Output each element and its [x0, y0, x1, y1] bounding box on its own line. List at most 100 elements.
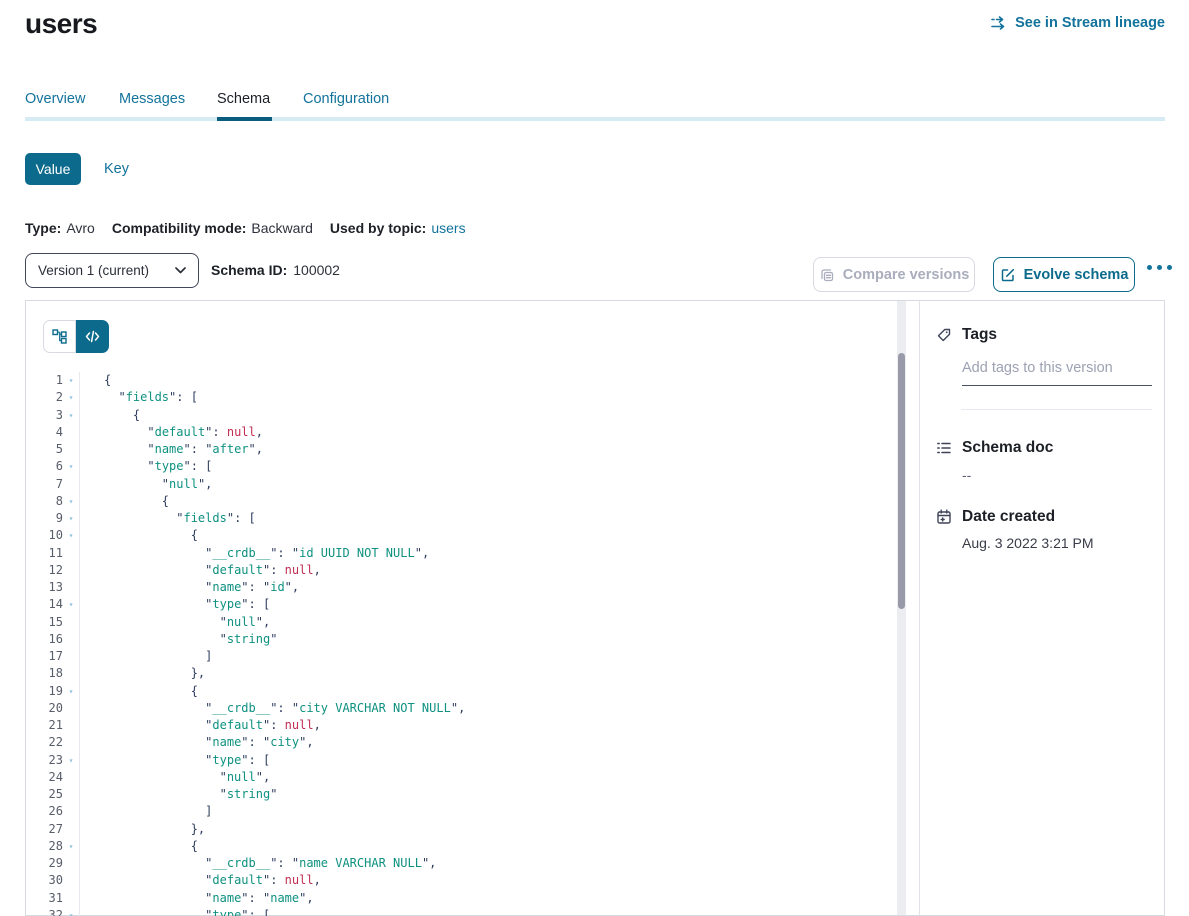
- code-line: 23▾ "type": [: [26, 752, 894, 769]
- value-toggle-button[interactable]: Value: [25, 153, 81, 185]
- more-options-button[interactable]: [1147, 265, 1172, 270]
- add-tags-input[interactable]: [962, 360, 1152, 386]
- line-number: 12: [26, 562, 63, 579]
- code-line: 10▾ {: [26, 527, 894, 544]
- fold-gutter: [63, 579, 79, 596]
- compare-versions-button[interactable]: Compare versions: [813, 257, 975, 292]
- code-line: 27 },: [26, 821, 894, 838]
- fold-arrow-icon[interactable]: ▾: [63, 389, 79, 406]
- line-number: 17: [26, 648, 63, 665]
- line-number: 31: [26, 890, 63, 907]
- editor-scrollbar-track: [897, 301, 906, 915]
- fold-gutter: [63, 786, 79, 803]
- code-text: "string": [79, 786, 894, 803]
- tab-overview[interactable]: Overview: [25, 91, 85, 107]
- line-number: 3: [26, 407, 63, 424]
- fold-arrow-icon[interactable]: ▾: [63, 683, 79, 700]
- fold-gutter: [63, 545, 79, 562]
- used-by-topic-field: Used by topic:users: [330, 220, 466, 236]
- line-number: 13: [26, 579, 63, 596]
- date-created-heading: Date created: [962, 508, 1154, 526]
- fold-arrow-icon[interactable]: ▾: [63, 527, 79, 544]
- line-number: 29: [26, 855, 63, 872]
- fold-gutter: [63, 769, 79, 786]
- tab-configuration[interactable]: Configuration: [303, 91, 389, 107]
- tab-messages[interactable]: Messages: [119, 91, 185, 107]
- code-text: "name": "city",: [79, 734, 894, 751]
- editor-view-toggle: [43, 320, 109, 353]
- tree-view-button[interactable]: [43, 320, 76, 353]
- fold-arrow-icon[interactable]: ▾: [63, 493, 79, 510]
- lineage-link-label: See in Stream lineage: [1015, 15, 1165, 31]
- compare-versions-icon: [819, 267, 835, 283]
- code-line: 20 "__crdb__": "city VARCHAR NOT NULL",: [26, 700, 894, 717]
- code-text: "fields": [: [79, 389, 894, 406]
- code-line: 1▾{: [26, 372, 894, 389]
- fold-arrow-icon[interactable]: ▾: [63, 752, 79, 769]
- fold-arrow-icon[interactable]: ▾: [63, 407, 79, 424]
- version-select[interactable]: Version 1 (current): [25, 253, 199, 288]
- code-text: },: [79, 665, 894, 682]
- code-line: 30 "default": null,: [26, 872, 894, 889]
- code-text: "default": null,: [79, 717, 894, 734]
- line-number: 10: [26, 527, 63, 544]
- date-created-section: Date created Aug. 3 2022 3:21 PM: [962, 508, 1154, 551]
- code-text: ]: [79, 648, 894, 665]
- fold-arrow-icon[interactable]: ▾: [63, 838, 79, 855]
- evolve-schema-button[interactable]: Evolve schema: [993, 257, 1135, 292]
- fold-arrow-icon[interactable]: ▾: [63, 372, 79, 389]
- tags-heading: Tags: [962, 326, 1154, 344]
- page-title: users: [25, 8, 97, 40]
- line-number: 23: [26, 752, 63, 769]
- code-line: 16 "string": [26, 631, 894, 648]
- line-number: 7: [26, 476, 63, 493]
- line-number: 30: [26, 872, 63, 889]
- code-text: "string": [79, 631, 894, 648]
- code-line: 22 "name": "city",: [26, 734, 894, 751]
- line-number: 16: [26, 631, 63, 648]
- fold-arrow-icon[interactable]: ▾: [63, 596, 79, 613]
- schema-doc-section: Schema doc --: [962, 439, 1154, 483]
- editor-scrollbar-thumb[interactable]: [898, 353, 905, 609]
- fold-arrow-icon[interactable]: ▾: [63, 510, 79, 527]
- code-line: 25 "string": [26, 786, 894, 803]
- fold-gutter: [63, 734, 79, 751]
- fold-gutter: [63, 441, 79, 458]
- fold-arrow-icon[interactable]: ▾: [63, 458, 79, 475]
- line-number: 28: [26, 838, 63, 855]
- fold-arrow-icon[interactable]: ▾: [63, 907, 79, 916]
- schema-meta-row: Type:Avro Compatibility mode:Backward Us…: [25, 220, 466, 236]
- chevron-down-icon: [175, 267, 186, 274]
- code-text: "fields": [: [79, 510, 894, 527]
- date-created-value: Aug. 3 2022 3:21 PM: [962, 535, 1154, 551]
- code-line: 29 "__crdb__": "name VARCHAR NULL",: [26, 855, 894, 872]
- topic-link[interactable]: users: [431, 220, 465, 236]
- code-view-icon: [85, 330, 100, 343]
- code-line: 12 "default": null,: [26, 562, 894, 579]
- code-line: 32▾ "type": [: [26, 907, 894, 916]
- stream-lineage-icon: [991, 16, 1008, 30]
- line-number: 14: [26, 596, 63, 613]
- see-in-stream-lineage-link[interactable]: See in Stream lineage: [991, 15, 1165, 31]
- code-line: 21 "default": null,: [26, 717, 894, 734]
- code-view-button[interactable]: [76, 320, 109, 353]
- key-toggle-button[interactable]: Key: [104, 161, 129, 177]
- code-line: 19▾ {: [26, 683, 894, 700]
- compatibility-value: Backward: [251, 220, 312, 236]
- line-number: 24: [26, 769, 63, 786]
- code-line: 7 "null",: [26, 476, 894, 493]
- line-number: 25: [26, 786, 63, 803]
- fold-gutter: [63, 665, 79, 682]
- code-line: 24 "null",: [26, 769, 894, 786]
- version-select-value: Version 1 (current): [38, 263, 149, 278]
- fold-gutter: [63, 890, 79, 907]
- compare-versions-label: Compare versions: [843, 267, 970, 283]
- calendar-icon: [936, 509, 952, 525]
- type-label: Type:: [25, 220, 61, 236]
- tab-schema[interactable]: Schema: [217, 91, 270, 107]
- schema-doc-heading: Schema doc: [962, 439, 1154, 457]
- sidebar-divider: [961, 409, 1152, 410]
- compatibility-field: Compatibility mode:Backward: [112, 220, 313, 236]
- line-number: 22: [26, 734, 63, 751]
- code-text: "type": [: [79, 458, 894, 475]
